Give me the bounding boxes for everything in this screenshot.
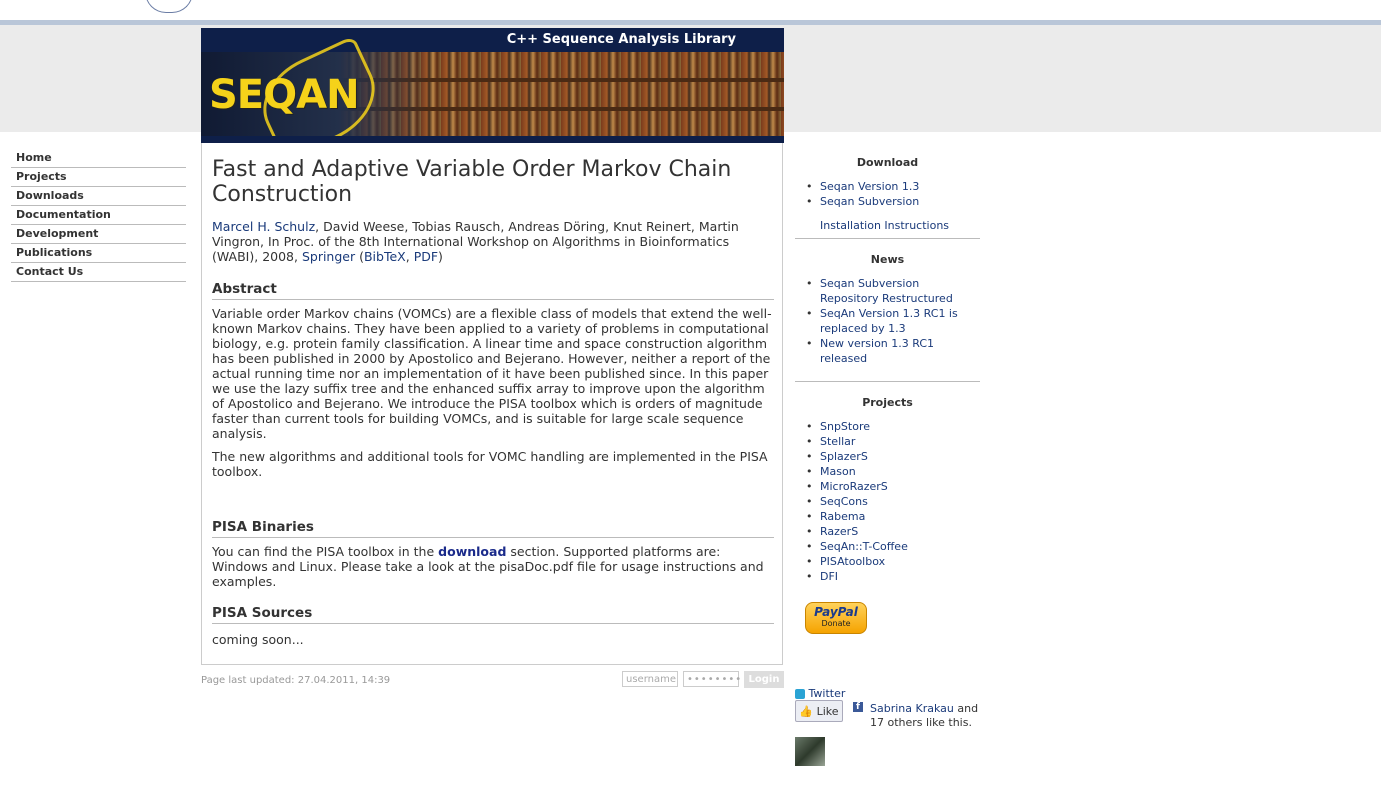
list-item[interactable]: Mason [806,464,980,479]
nav-item-development[interactable]: Development [11,225,186,244]
project-link[interactable]: PISAtoolbox [820,555,885,568]
twitter-link[interactable]: Twitter [795,687,845,700]
list-item[interactable]: Stellar [806,434,980,449]
sources-heading: PISA Sources [212,605,774,624]
main-content: Fast and Adaptive Variable Order Markov … [201,143,783,665]
like-label: Like [816,705,839,718]
university-seal-icon [145,0,193,13]
download-link-seqan-1-3[interactable]: Seqan Version 1.3 [820,180,919,193]
username-input[interactable]: username [622,671,678,687]
list-item[interactable]: PISAtoolbox [806,554,980,569]
like-count-text: Sabrina Krakau and 17 others like this. [870,702,985,730]
nav-item-home[interactable]: Home [11,149,186,168]
abstract-paragraph-1: Variable order Markov chains (VOMCs) are… [212,306,772,441]
list-item[interactable]: SplazerS [806,449,980,464]
news-list: Seqan Subversion Repository Restructured… [795,276,980,366]
seqan-logo: SEQAN [209,72,360,118]
projects-heading: Projects [862,396,913,409]
list-item[interactable]: SeqAn Version 1.3 RC1 is replaced by 1.3 [806,306,980,336]
list-item[interactable]: SeqCons [806,494,980,509]
login-button[interactable]: Login [744,671,784,688]
sidebar-divider [795,238,980,239]
author-link[interactable]: Marcel H. Schulz [212,219,315,234]
twitter-icon [795,689,805,699]
list-item[interactable]: Seqan Subversion [806,194,980,209]
banner-title-text: C++ Sequence Analysis Library [506,32,736,47]
installation-instructions-link[interactable]: Installation Instructions [820,219,949,232]
page-title: Fast and Adaptive Variable Order Markov … [212,157,732,207]
donate-label: Donate [821,619,851,628]
liker-name-link[interactable]: Sabrina Krakau [870,702,954,715]
project-link[interactable]: SeqAn::T-Coffee [820,540,908,553]
nav-item-documentation[interactable]: Documentation [11,206,186,225]
binaries-text-pre: You can find the PISA toolbox in the [212,544,439,559]
list-item[interactable]: Seqan Version 1.3 [806,179,980,194]
project-link[interactable]: SplazerS [820,450,868,463]
top-strip [0,0,1381,20]
list-item[interactable]: DFI [806,569,980,584]
projects-list: SnpStore Stellar SplazerS Mason MicroRaz… [795,419,980,584]
download-link-subversion[interactable]: Seqan Subversion [820,195,919,208]
password-input[interactable]: •••••••• [683,671,741,687]
abstract-paragraph-2: The new algorithms and additional tools … [212,449,768,479]
list-item[interactable]: SeqAn::T-Coffee [806,539,980,554]
download-link[interactable]: download [438,544,506,559]
pdf-link[interactable]: PDF [414,249,438,264]
list-item[interactable]: New version 1.3 RC1 released [806,336,980,366]
facebook-icon: f [853,702,863,712]
list-item[interactable]: RazerS [806,524,980,539]
news-heading: News [870,253,905,266]
right-sidebar: Download Seqan Version 1.3 Seqan Subvers… [795,150,980,766]
binaries-heading: PISA Binaries [212,519,774,538]
nav-item-downloads[interactable]: Downloads [11,187,186,206]
project-link[interactable]: MicroRazerS [820,480,888,493]
nav-item-contact-us[interactable]: Contact Us [11,263,186,282]
last-updated-text: Page last updated: 27.04.2011, 14:39 [201,675,391,686]
list-item[interactable]: SnpStore [806,419,980,434]
avatar[interactable] [795,737,825,766]
springer-link[interactable]: Springer [302,249,355,264]
download-list: Seqan Version 1.3 Seqan Subversion [795,179,980,209]
paypal-label: PayPal [814,605,858,619]
binaries-paragraph: You can find the PISA toolbox in the dow… [212,544,774,589]
list-item[interactable]: Rabema [806,509,980,524]
project-link[interactable]: RazerS [820,525,858,538]
authors-citation: Marcel H. Schulz, David Weese, Tobias Ra… [212,219,739,264]
twitter-label[interactable]: Twitter [809,687,846,700]
project-link[interactable]: SeqCons [820,495,868,508]
list-item[interactable]: Seqan Subversion Repository Restructured [806,276,980,306]
project-link[interactable]: Stellar [820,435,855,448]
project-link[interactable]: DFI [820,570,838,583]
sources-text: coming soon... [212,632,304,647]
main-navigation: Home Projects Downloads Documentation De… [11,149,186,282]
project-link[interactable]: Rabema [820,510,865,523]
abstract-heading: Abstract [212,281,774,300]
news-link[interactable]: SeqAn Version 1.3 RC1 is replaced by 1.3 [820,307,958,335]
facebook-like-button[interactable]: 👍 Like [795,700,843,722]
paypal-donate-button[interactable]: PayPal Donate [805,602,867,634]
project-link[interactable]: SnpStore [820,420,870,433]
site-banner[interactable]: C++ Sequence Analysis Library SEQAN [201,28,784,143]
banner-footer [201,136,784,143]
nav-item-publications[interactable]: Publications [11,244,186,263]
nav-item-projects[interactable]: Projects [11,168,186,187]
project-link[interactable]: Mason [820,465,856,478]
sidebar-divider [795,381,980,382]
list-item[interactable]: MicroRazerS [806,479,980,494]
news-link[interactable]: Seqan Subversion Repository Restructured [820,277,953,305]
bibtex-link[interactable]: BibTeX [364,249,406,264]
download-heading: Download [856,156,919,169]
news-link[interactable]: New version 1.3 RC1 released [820,337,934,365]
banner-title: C++ Sequence Analysis Library [201,28,784,52]
